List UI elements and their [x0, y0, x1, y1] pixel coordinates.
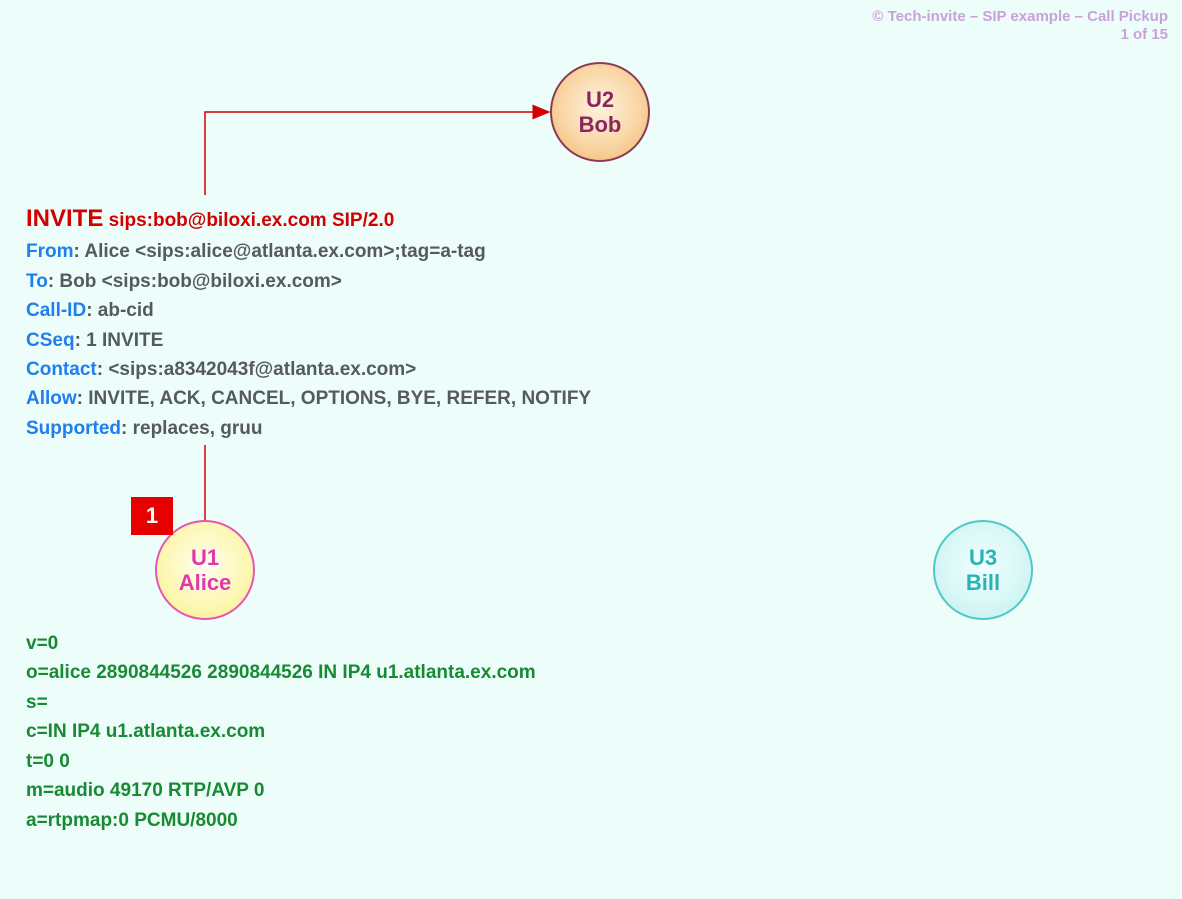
node-u3-id: U3: [969, 545, 997, 570]
sip-method: INVITE: [26, 205, 103, 232]
header-value-supported: : replaces, gruu: [121, 418, 263, 439]
step-badge: 1: [131, 497, 173, 535]
sdp-v: v=0: [26, 629, 536, 658]
sdp-m: m=audio 49170 RTP/AVP 0: [26, 776, 536, 805]
sip-header-supported: Supported: replaces, gruu: [26, 414, 591, 443]
sip-request-uri: sips:bob@biloxi.ex.com SIP/2.0: [109, 210, 395, 231]
header-value-callid: : ab-cid: [86, 300, 154, 321]
header-name-supported: Supported: [26, 418, 121, 439]
node-u2-name: Bob: [579, 112, 622, 137]
sdp-o: o=alice 2890844526 2890844526 IN IP4 u1.…: [26, 658, 536, 687]
step-number: 1: [146, 503, 158, 529]
header-value-allow: : INVITE, ACK, CANCEL, OPTIONS, BYE, REF…: [77, 388, 591, 409]
sip-header-to: To: Bob <sips:bob@biloxi.ex.com>: [26, 267, 591, 296]
node-u1-alice: U1 Alice: [155, 520, 255, 620]
header-name-callid: Call-ID: [26, 300, 86, 321]
credit-line: © Tech-invite – SIP example – Call Picku…: [872, 8, 1168, 26]
header-value-contact: : <sips:a8342043f@atlanta.ex.com>: [97, 359, 417, 380]
node-u1-name: Alice: [179, 570, 232, 595]
sdp-a: a=rtpmap:0 PCMU/8000: [26, 806, 536, 835]
node-u3-bill: U3 Bill: [933, 520, 1033, 620]
node-u2-id: U2: [586, 87, 614, 112]
sip-header-cseq: CSeq: 1 INVITE: [26, 326, 591, 355]
header-value-from: : Alice <sips:alice@atlanta.ex.com>;tag=…: [74, 241, 486, 262]
node-u1-id: U1: [191, 545, 219, 570]
sip-header-contact: Contact: <sips:a8342043f@atlanta.ex.com>: [26, 355, 591, 384]
node-u3-name: Bill: [966, 570, 1000, 595]
sip-message: INVITE sips:bob@biloxi.ex.com SIP/2.0 Fr…: [26, 200, 591, 443]
sip-header-callid: Call-ID: ab-cid: [26, 296, 591, 325]
header-name-allow: Allow: [26, 388, 77, 409]
sip-header-allow: Allow: INVITE, ACK, CANCEL, OPTIONS, BYE…: [26, 384, 591, 413]
page-counter: 1 of 15: [872, 26, 1168, 44]
header-name-cseq: CSeq: [26, 330, 75, 351]
sdp-body: v=0 o=alice 2890844526 2890844526 IN IP4…: [26, 629, 536, 835]
sdp-t: t=0 0: [26, 747, 536, 776]
header-name-from: From: [26, 241, 74, 262]
node-u2-bob: U2 Bob: [550, 62, 650, 162]
header-name-contact: Contact: [26, 359, 97, 380]
header-value-to: : Bob <sips:bob@biloxi.ex.com>: [48, 271, 342, 292]
header-credit: © Tech-invite – SIP example – Call Picku…: [872, 8, 1168, 44]
sdp-s: s=: [26, 688, 536, 717]
sip-request-line: INVITE sips:bob@biloxi.ex.com SIP/2.0: [26, 200, 591, 237]
header-value-cseq: : 1 INVITE: [75, 330, 164, 351]
sip-header-from: From: Alice <sips:alice@atlanta.ex.com>;…: [26, 237, 591, 266]
sdp-c: c=IN IP4 u1.atlanta.ex.com: [26, 717, 536, 746]
header-name-to: To: [26, 271, 48, 292]
